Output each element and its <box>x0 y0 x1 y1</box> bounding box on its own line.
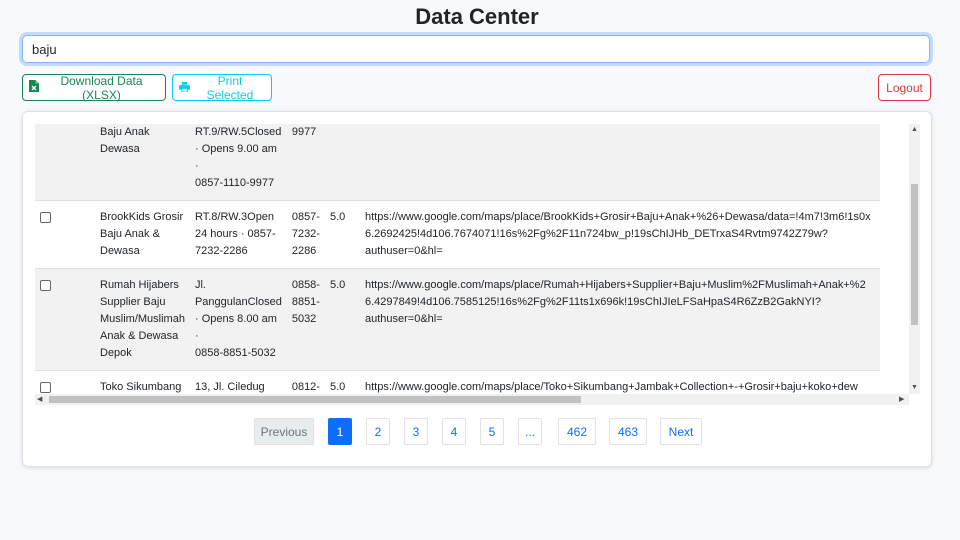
results-card: Baju Anak Dewasa RT.9/RW.5Closed · Opens 9.… <box>22 111 932 467</box>
address-line: · Opens 8.00 am · <box>194 313 277 342</box>
phone-line: 0812- <box>291 381 320 393</box>
address-line: 0857-1110-9977 <box>194 177 275 189</box>
row-checkbox[interactable] <box>40 280 51 291</box>
phone-line: 7232- <box>291 228 320 240</box>
address-line: 24 hours · 0857- <box>194 228 276 240</box>
address-line: RT.8/RW.3Open <box>194 211 275 223</box>
scroll-up-icon[interactable]: ▲ <box>911 126 918 134</box>
name-line: BrookKids Grosir <box>100 211 184 223</box>
results-table: Baju Anak Dewasa RT.9/RW.5Closed · Opens 9.… <box>35 124 880 394</box>
pagination-page-5[interactable]: 5 <box>480 418 504 445</box>
phone-line: 0857- <box>291 211 320 223</box>
name-line: Supplier Baju <box>100 296 166 308</box>
cell-url[interactable]: https://www.google.com/maps/place/Rumah+… <box>359 268 880 371</box>
cell-rating: 5.0 <box>324 200 360 269</box>
row-checkbox[interactable] <box>40 212 51 223</box>
download-xlsx-button[interactable]: Download Data (XLSX) <box>22 73 166 102</box>
address-line: 13, Jl. Ciledug <box>194 381 265 393</box>
horizontal-scroll-thumb[interactable] <box>49 396 581 403</box>
file-excel-icon <box>29 80 39 95</box>
cell-address: RT.9/RW.5Closed · Opens 9.00 am · 0857-111… <box>189 124 287 201</box>
phone-line: 2286 <box>291 245 317 257</box>
logout-button[interactable]: Logout <box>878 74 931 101</box>
cell-address: RT.8/RW.3Open 24 hours · 0857- 7232-2286 <box>189 200 287 269</box>
pagination-page-463[interactable]: 463 <box>609 418 647 445</box>
cell-rating: 5.0 <box>324 268 360 371</box>
search-input[interactable] <box>22 35 930 63</box>
cell-phone: 0812-9476-2759 <box>286 370 325 394</box>
name-line: Muslim/Muslimah <box>100 313 185 325</box>
cell-address: Jl. PanggulanClosed · Opens 8.00 am · 0858-… <box>189 268 287 371</box>
row-select-cell <box>35 268 95 371</box>
table-row: Baju Anak Dewasa RT.9/RW.5Closed · Opens 9.… <box>35 124 880 201</box>
url-line: https://www.google.com/maps/place/Rumah+… <box>364 279 866 291</box>
cell-url[interactable]: https://www.google.com/maps/place/BrookK… <box>359 200 880 269</box>
address-line: PanggulanClosed <box>194 296 282 308</box>
pagination-ellipsis: ... <box>518 418 542 445</box>
cell-rating <box>324 124 360 201</box>
print-icon <box>179 81 190 95</box>
row-checkbox[interactable] <box>40 382 51 393</box>
table-row: Rumah Hijabers Supplier Baju Muslim/Muslim… <box>35 268 880 371</box>
name-line: Toko Sikumbang <box>100 381 182 393</box>
address-line: · Opens 9.00 am · <box>194 143 277 172</box>
cell-name: Toko SikumbangJambakCollection - <box>95 370 190 394</box>
scroll-right-icon[interactable]: ▶ <box>899 396 904 404</box>
name-line: Dewasa <box>100 143 140 155</box>
address-line: 7232-2286 <box>194 245 248 257</box>
phone-line: 5032 <box>291 313 317 325</box>
address-line: RT.9/RW.5Closed <box>194 126 282 138</box>
table-row: BrookKids Grosir Baju Anak & Dewasa RT.8/RW… <box>35 200 880 269</box>
page-title: Data Center <box>415 4 539 29</box>
url-line: https://www.google.com/maps/place/Toko+S… <box>364 381 858 393</box>
cell-phone: 0858- 8851- 5032 <box>286 268 325 371</box>
pagination-previous[interactable]: Previous <box>254 418 314 445</box>
row-select-cell <box>35 200 95 269</box>
print-selected-button[interactable]: Print Selected <box>172 73 272 102</box>
pagination-page-4[interactable]: 4 <box>442 418 466 445</box>
table-row: Toko SikumbangJambakCollection -13, Jl. … <box>35 370 880 394</box>
name-line: Depok <box>100 347 132 359</box>
address-line: 0858-8851-5032 <box>194 347 276 359</box>
vertical-scroll-thumb[interactable] <box>911 184 918 325</box>
vertical-scrollbar[interactable]: ▲ ▼ <box>909 124 920 394</box>
cell-url[interactable] <box>359 124 880 201</box>
name-line: Dewasa <box>100 245 140 257</box>
phone-line: 9977 <box>291 126 317 138</box>
cell-phone: 9977 <box>286 124 325 201</box>
download-button-label: Download Data (XLSX) <box>60 73 143 102</box>
table-viewport[interactable]: Baju Anak Dewasa RT.9/RW.5Closed · Opens 9.… <box>35 124 909 394</box>
name-line: Anak & Dewasa <box>100 330 179 342</box>
name-line: Baju Anak <box>100 126 150 138</box>
print-button-label: Print Selected <box>206 73 254 102</box>
phone-line: 8851- <box>291 296 320 308</box>
scroll-down-icon[interactable]: ▼ <box>911 384 918 392</box>
url-line: 6.4297849!4d106.7585125!16s%2Fg%2F11ts1x… <box>364 296 821 325</box>
phone-line: 0858- <box>291 279 320 291</box>
cell-name: BrookKids Grosir Baju Anak & Dewasa <box>95 200 190 269</box>
pagination-next[interactable]: Next <box>660 418 702 445</box>
cell-rating: 5.0 <box>324 370 360 394</box>
cell-name: Baju Anak Dewasa <box>95 124 190 201</box>
address-line: Jl. <box>194 279 206 291</box>
pagination-page-3[interactable]: 3 <box>404 418 428 445</box>
name-line: Rumah Hijabers <box>100 279 179 291</box>
pagination-page-462[interactable]: 462 <box>558 418 596 445</box>
url-line: https://www.google.com/maps/place/BrookK… <box>364 211 871 223</box>
pagination-page-2[interactable]: 2 <box>366 418 390 445</box>
scroll-left-icon[interactable]: ◀ <box>37 396 42 404</box>
name-line: Baju Anak & <box>100 228 160 240</box>
pagination-page-1[interactable]: 1 <box>328 418 352 445</box>
cell-url[interactable]: https://www.google.com/maps/place/Toko+S… <box>359 370 880 394</box>
row-select-cell <box>35 124 95 201</box>
cell-name: Rumah Hijabers Supplier Baju Muslim/Muslim… <box>95 268 190 371</box>
cell-address: 13, Jl. CiledugRaya No.18,RT.7/RW.5Close… <box>189 370 287 394</box>
row-select-cell <box>35 370 95 394</box>
horizontal-scrollbar[interactable]: ◀ ▶ <box>35 394 909 405</box>
url-line: 6.2692425!4d106.7674071!16s%2Fg%2F11n724… <box>364 228 828 257</box>
cell-phone: 0857- 7232- 2286 <box>286 200 325 269</box>
